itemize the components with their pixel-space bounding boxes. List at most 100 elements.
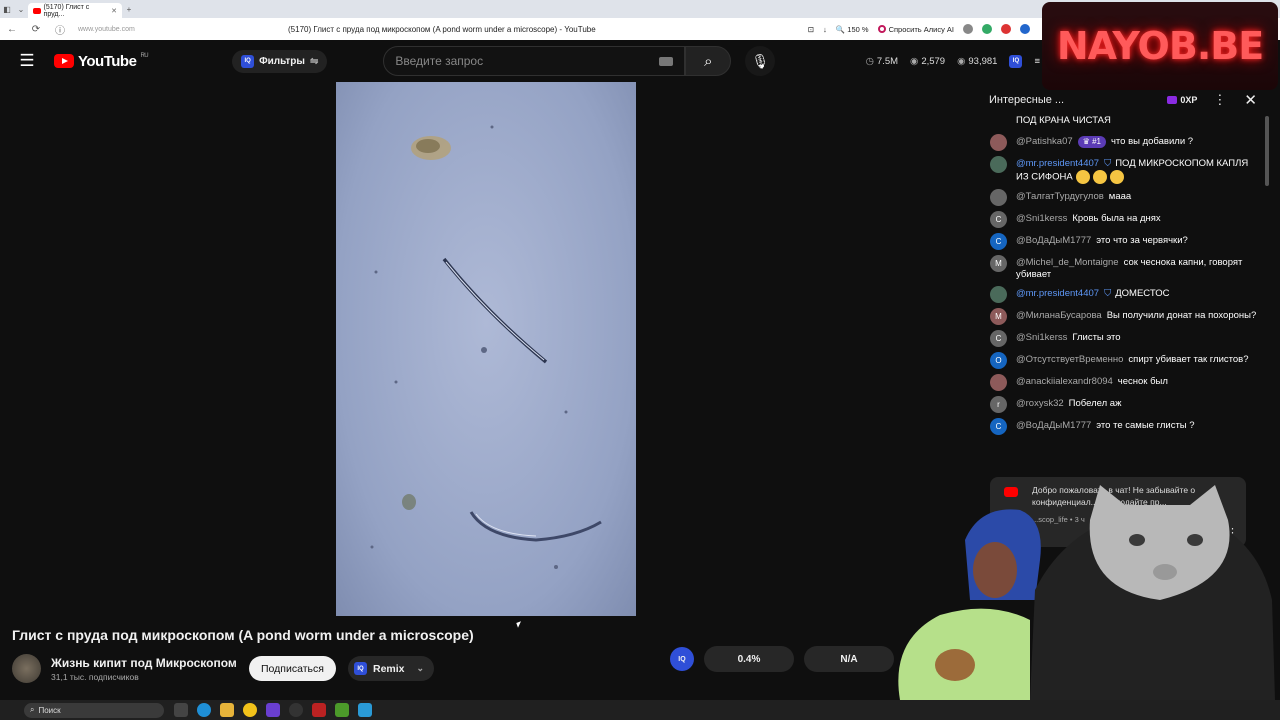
zoom-level[interactable]: 🔍 150 % bbox=[836, 25, 869, 34]
user-avatar[interactable]: r bbox=[990, 396, 1007, 413]
welcome-text: Добро пожаловать в чат! Не забывайте о к… bbox=[1032, 485, 1196, 507]
message-author[interactable]: @Sni1kerss bbox=[1016, 332, 1067, 343]
search-icon: ⌕ bbox=[704, 52, 713, 70]
message-author[interactable]: @Michel_de_Montaigne bbox=[1016, 257, 1119, 268]
youtube-icon bbox=[1004, 487, 1018, 497]
worm-straight bbox=[442, 257, 548, 364]
youtube-play-icon bbox=[54, 54, 74, 68]
explorer-icon[interactable] bbox=[220, 703, 234, 717]
message-author[interactable]: @mr.president4407 bbox=[1016, 158, 1099, 169]
filters-button[interactable]: IQ Фильтры ⇋ bbox=[232, 49, 328, 73]
message-text: Побелел аж bbox=[1068, 398, 1122, 409]
menu-icon[interactable]: ☰ bbox=[0, 51, 54, 71]
taskbar-search[interactable]: ⌕ Поиск bbox=[24, 702, 164, 718]
list-icon[interactable]: ≡ bbox=[1034, 56, 1040, 67]
message-text: спирт убивает так глистов? bbox=[1128, 354, 1249, 365]
subscribe-button[interactable]: Подписаться bbox=[249, 656, 336, 681]
user-avatar[interactable]: C bbox=[990, 211, 1007, 228]
app-icon[interactable] bbox=[312, 703, 326, 717]
message-author[interactable]: @ВоДаДыМ1777 bbox=[1016, 420, 1091, 431]
extension-icon[interactable] bbox=[982, 24, 992, 34]
chat-message: @mr.president4407 ⛉ ПОД МИКРОСКОПОМ КАПЛЯ … bbox=[990, 156, 1257, 184]
close-tab-icon[interactable]: ✕ bbox=[111, 7, 117, 15]
close-chat-icon[interactable]: ✕ bbox=[1244, 91, 1257, 109]
edge-icon[interactable] bbox=[197, 703, 211, 717]
site-info-icon[interactable]: ⓘ bbox=[48, 22, 72, 37]
user-avatar[interactable] bbox=[990, 134, 1007, 151]
particle bbox=[394, 380, 398, 384]
iq-stats-bar: IQ 0.4% N/A 34. bbox=[670, 646, 944, 672]
new-tab-icon[interactable]: + bbox=[122, 5, 136, 14]
app-icon[interactable] bbox=[335, 703, 349, 717]
more-options-icon[interactable]: ⋮ bbox=[1213, 92, 1226, 108]
window-menu-icon[interactable]: ◧ bbox=[0, 5, 14, 14]
message-author[interactable]: @Sni1kerss bbox=[1016, 213, 1067, 224]
remix-label: Remix bbox=[373, 662, 405, 675]
bookmark-icon[interactable]: ⊡ bbox=[808, 25, 814, 34]
back-icon[interactable]: ← bbox=[0, 24, 24, 35]
browser-tab-youtube[interactable]: (5170) Глист с пруд... ✕ bbox=[28, 3, 122, 18]
video-info: Глист с пруда под микроскопом (A pond wo… bbox=[0, 616, 1280, 700]
youtube-logo[interactable]: YouTube RU bbox=[54, 53, 149, 70]
video-title: Глист с пруда под микроскопом (A pond wo… bbox=[12, 627, 474, 643]
obs-icon[interactable] bbox=[289, 703, 303, 717]
user-avatar[interactable]: M bbox=[990, 308, 1007, 325]
download-icon[interactable]: ↓ bbox=[823, 25, 827, 34]
channel-info: Жизнь кипит под Микроскопом 31,1 тыс. по… bbox=[12, 654, 237, 683]
user-avatar[interactable]: C bbox=[990, 233, 1007, 250]
adblock-icon[interactable] bbox=[1001, 24, 1011, 34]
user-avatar[interactable] bbox=[990, 286, 1007, 303]
iq-logo-icon[interactable]: IQ bbox=[670, 647, 694, 671]
message-author[interactable]: @mr.president4407 bbox=[1016, 288, 1099, 299]
alice-button[interactable]: Спросить Алису AI bbox=[877, 25, 954, 34]
stat-views-value: 93,981 bbox=[968, 55, 998, 67]
xp-icon bbox=[1167, 96, 1178, 104]
microphone-icon: 🎙 bbox=[751, 52, 770, 69]
discord-icon[interactable] bbox=[266, 703, 280, 717]
reload-icon[interactable]: ⟳ bbox=[24, 24, 48, 35]
xp-value: 0XP bbox=[1180, 95, 1198, 105]
search-button[interactable]: ⌕ bbox=[685, 46, 732, 76]
windows-taskbar: ⌕ Поиск bbox=[0, 700, 1280, 720]
voice-search-button[interactable]: 🎙 bbox=[745, 46, 776, 76]
taskbar-apps bbox=[174, 703, 372, 717]
user-avatar[interactable]: O bbox=[990, 352, 1007, 369]
remix-button[interactable]: IQ Remix ⌄ bbox=[348, 656, 435, 681]
search-input[interactable]: Введите запрос bbox=[383, 46, 686, 76]
xp-badge[interactable]: 0XP bbox=[1167, 95, 1197, 105]
message-author[interactable]: @МиланаБусарова bbox=[1016, 310, 1102, 321]
extension-icon[interactable] bbox=[1020, 24, 1030, 34]
more-options-icon[interactable]: ⋮ bbox=[1227, 527, 1238, 539]
user-avatar[interactable] bbox=[990, 156, 1007, 173]
particle bbox=[490, 125, 494, 129]
keyboard-icon[interactable] bbox=[659, 56, 674, 66]
user-avatar[interactable]: C bbox=[990, 330, 1007, 347]
video-player[interactable] bbox=[336, 82, 636, 616]
user-avatar[interactable] bbox=[990, 189, 1007, 206]
channel-name[interactable]: Жизнь кипит под Микроскопом bbox=[51, 656, 237, 670]
region-code: RU bbox=[140, 53, 149, 59]
message-author[interactable]: @roxysk32 bbox=[1016, 398, 1064, 409]
iq-icon[interactable]: IQ bbox=[1009, 54, 1023, 68]
smile-emoji-icon bbox=[1075, 170, 1090, 184]
chat-scrollbar[interactable] bbox=[1265, 116, 1269, 186]
yandex-browser-icon[interactable] bbox=[243, 703, 257, 717]
message-text: Кровь была на днях bbox=[1072, 213, 1161, 224]
url-field[interactable]: www.youtube.com bbox=[78, 26, 288, 33]
message-author[interactable]: @ТалгатТурдугулов bbox=[1016, 191, 1104, 202]
extension-icon[interactable] bbox=[963, 24, 973, 34]
message-author[interactable]: @ОтсутствуетВременно bbox=[1016, 354, 1123, 365]
message-author[interactable]: @Patishka07 bbox=[1016, 136, 1073, 147]
channel-stats: ◷ 7.5M ◉ 2,579 ◉ 93,981 IQ ≡ bbox=[866, 54, 1040, 68]
message-author[interactable]: @anackiialexandr8094 bbox=[1016, 376, 1113, 387]
telegram-icon[interactable] bbox=[358, 703, 372, 717]
user-avatar[interactable] bbox=[990, 374, 1007, 391]
user-avatar[interactable]: C bbox=[990, 418, 1007, 435]
message-author[interactable]: @ВоДаДыМ1777 bbox=[1016, 235, 1091, 246]
user-avatar[interactable]: M bbox=[990, 255, 1007, 272]
chat-message: r @roxysk32 Побелел аж bbox=[990, 396, 1257, 413]
tab-list-icon[interactable]: ⌄ bbox=[14, 5, 28, 14]
task-view-icon[interactable] bbox=[174, 703, 188, 717]
chat-mode-dropdown[interactable]: Интересные ... bbox=[989, 94, 1064, 106]
channel-avatar[interactable] bbox=[12, 654, 41, 683]
